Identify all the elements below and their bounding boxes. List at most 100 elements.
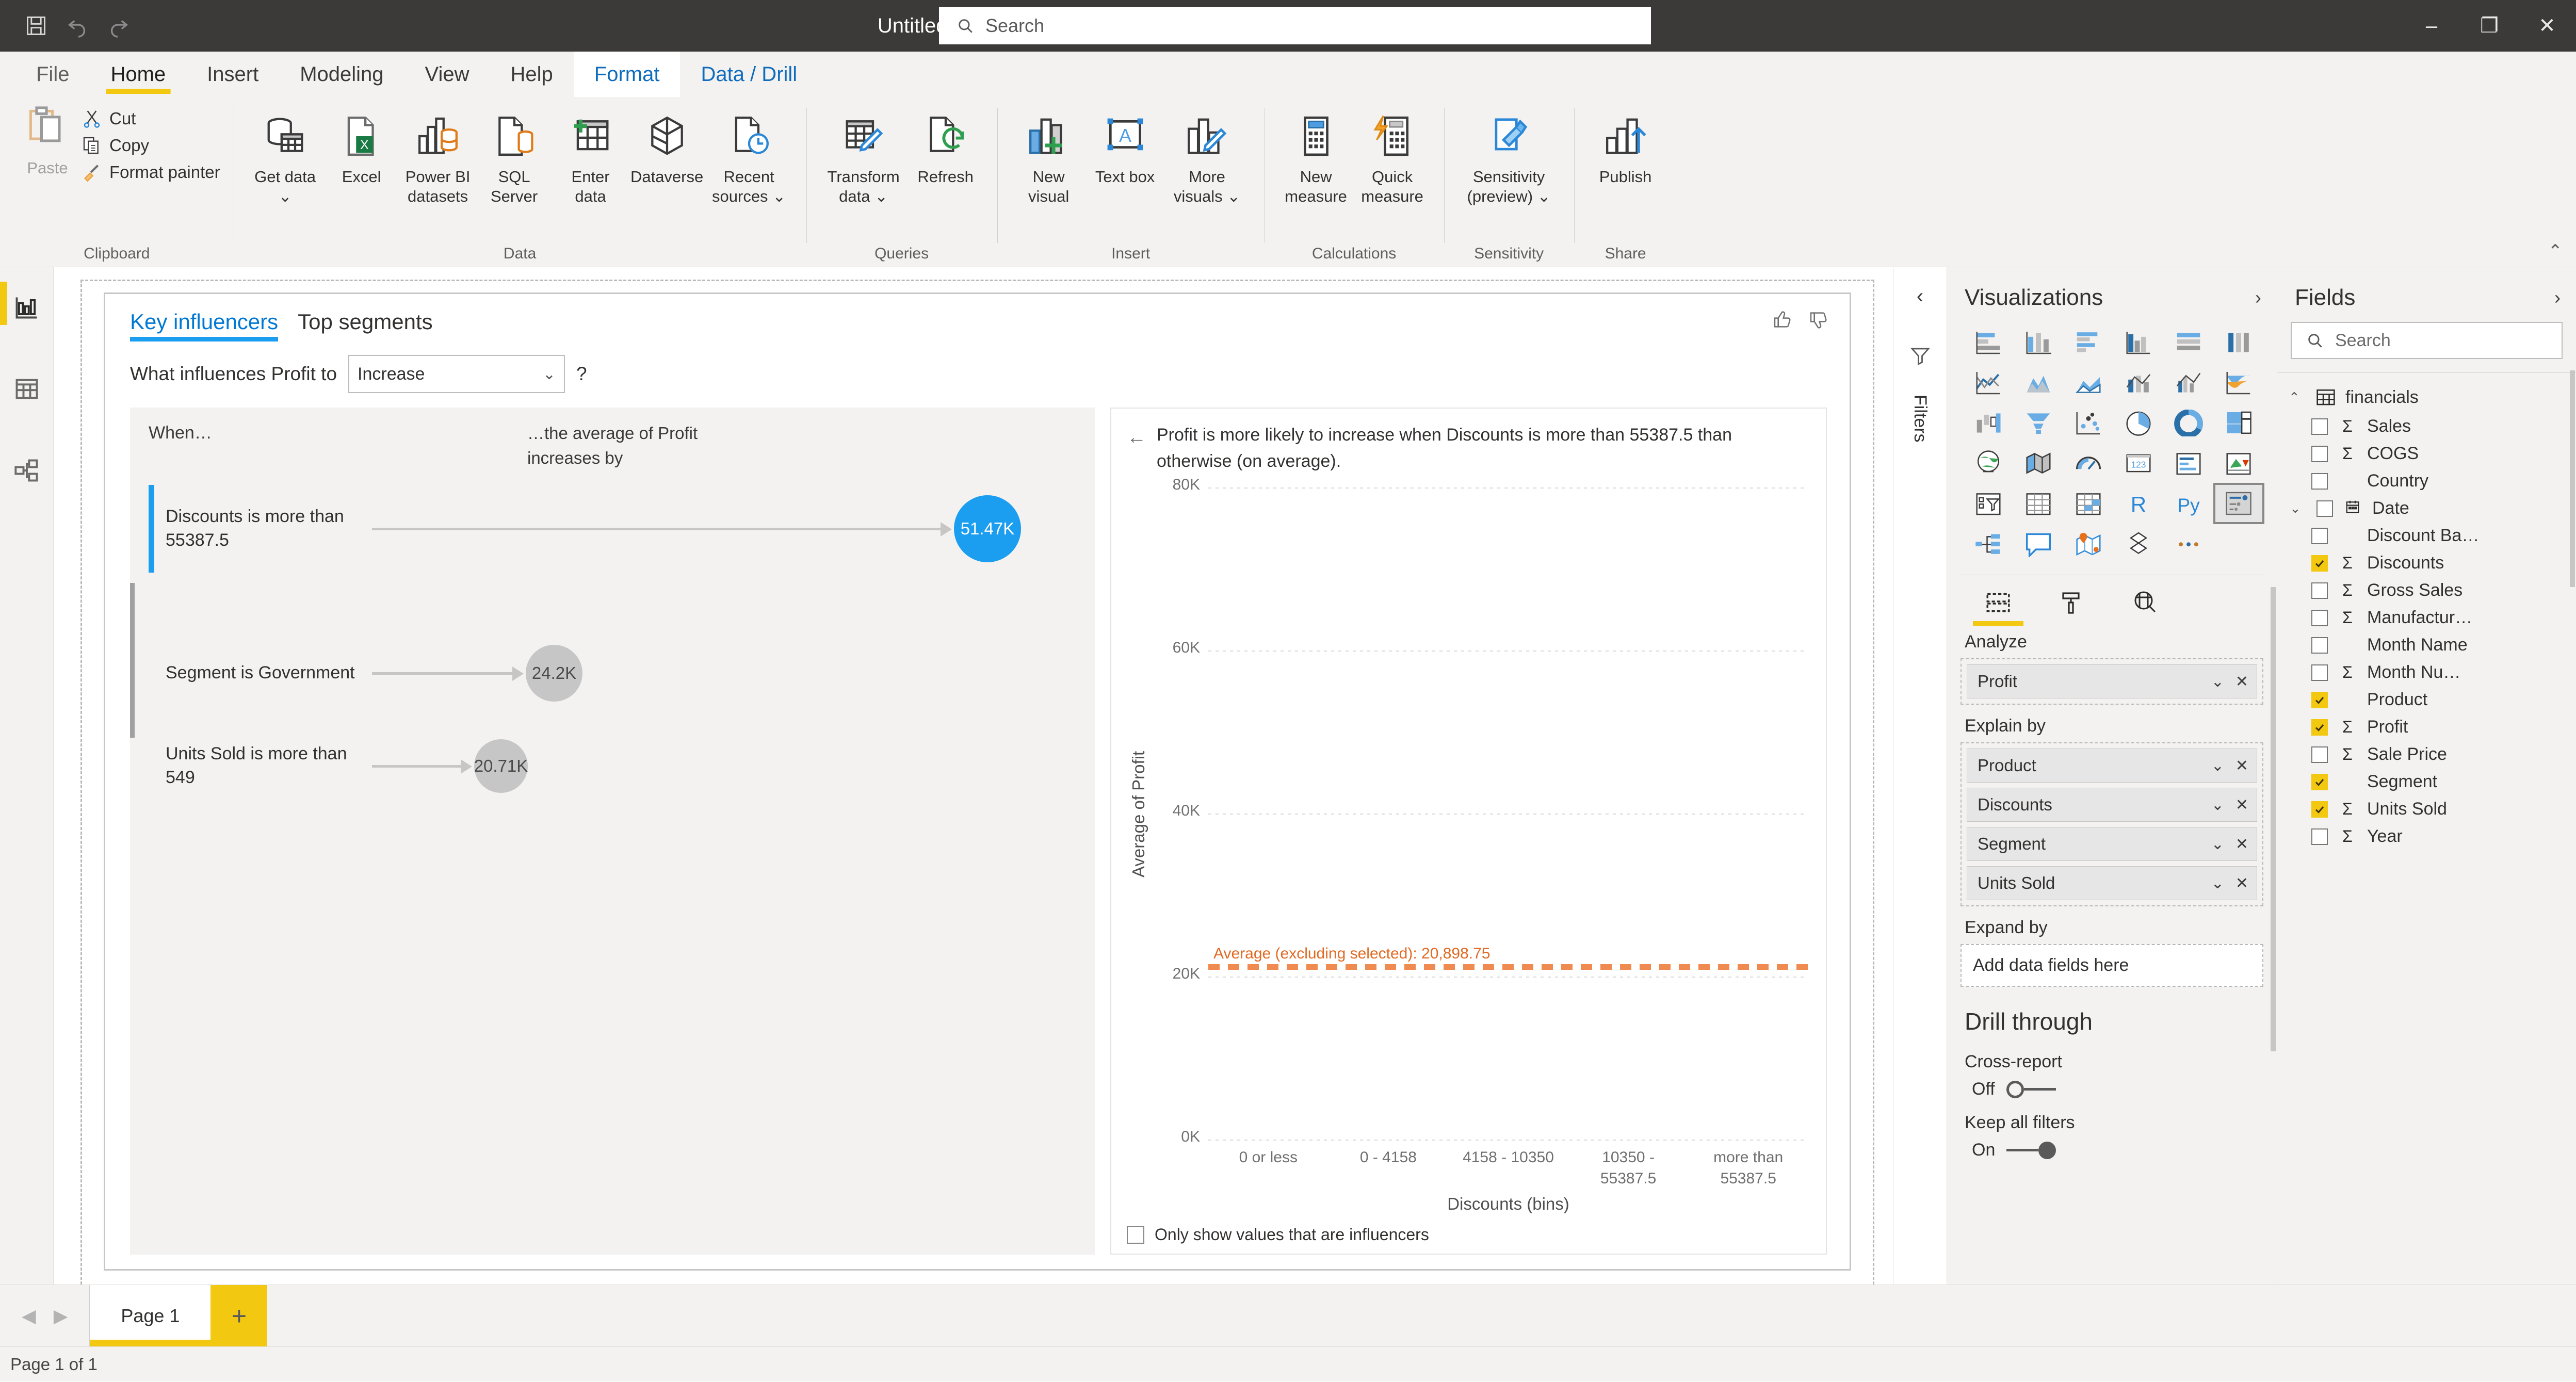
line-stacked-column-chart-icon[interactable]	[2115, 364, 2162, 401]
key-influencers-icon[interactable]	[2213, 483, 2264, 524]
field-row[interactable]: Σ Product	[2277, 686, 2576, 713]
ribbon-tab-insert[interactable]: Insert	[186, 52, 279, 97]
field-row[interactable]: Σ Profit	[2277, 713, 2576, 741]
field-checkbox[interactable]	[2311, 664, 2328, 681]
field-checkbox[interactable]	[2311, 773, 2328, 790]
chevron-down-icon[interactable]: ⌄	[2290, 500, 2307, 516]
keep-all-filters-toggle[interactable]	[2006, 1141, 2056, 1159]
report-canvas[interactable]: Key influencers Top segments What influe…	[80, 280, 1874, 1285]
ribbon-tab-file[interactable]: File	[15, 52, 90, 97]
dataverse-button[interactable]: Dataverse	[629, 104, 705, 190]
100-stacked-bar-chart-icon[interactable]	[2165, 324, 2212, 361]
field-row[interactable]: Σ Year	[2277, 823, 2576, 850]
close-button[interactable]: ✕	[2518, 0, 2576, 52]
line-clustered-column-chart-icon[interactable]	[2165, 364, 2212, 401]
influence-direction-select[interactable]: Increase ⌄	[348, 355, 565, 393]
keep-all-filters-toggle-row[interactable]: On	[1947, 1140, 2277, 1160]
remove-field-icon[interactable]: ✕	[2235, 673, 2248, 691]
new-measure-button[interactable]: New measure	[1278, 104, 1354, 209]
field-row[interactable]: Σ Segment	[2277, 768, 2576, 795]
sql-server-button[interactable]: SQL Server	[476, 104, 553, 209]
thumbs-down-icon[interactable]	[1808, 310, 1829, 330]
field-row[interactable]: ⌄ Date	[2277, 495, 2576, 522]
scatter-chart-icon[interactable]	[2065, 404, 2112, 442]
thumbs-up-icon[interactable]	[1772, 310, 1793, 330]
chevron-right-icon[interactable]: ›	[2255, 287, 2261, 308]
python-visual-icon[interactable]: Py	[2165, 485, 2212, 522]
only-influencers-checkbox-row[interactable]: Only show values that are influencers	[1127, 1223, 1808, 1244]
field-row[interactable]: Σ Country	[2277, 467, 2576, 495]
paginated-report-icon[interactable]	[2115, 525, 2162, 562]
tab-key-influencers[interactable]: Key influencers	[130, 310, 279, 342]
recent-sources-button[interactable]: Recent sources ⌄	[705, 104, 793, 209]
sidebar-item-model-view[interactable]	[0, 449, 54, 492]
pie-chart-icon[interactable]	[2115, 404, 2162, 442]
restore-button[interactable]: ❐	[2460, 0, 2518, 52]
fields-table-row[interactable]: ⌃ financials	[2277, 382, 2576, 413]
table-icon[interactable]	[2015, 485, 2062, 522]
page-tab-page-1[interactable]: Page 1	[90, 1285, 211, 1346]
influencer-row-2[interactable]: Segment is Government 24.2K	[130, 629, 1095, 717]
field-row[interactable]: Σ Discounts	[2277, 549, 2576, 577]
field-chip[interactable]: Units Sold ⌄ ✕	[1967, 866, 2257, 900]
back-arrow-icon[interactable]: ←	[1127, 422, 1146, 475]
ribbon-tab-data-drill[interactable]: Data / Drill	[680, 52, 818, 97]
field-row[interactable]: Σ Units Sold	[2277, 795, 2576, 823]
100-stacked-column-chart-icon[interactable]	[2215, 324, 2262, 361]
field-checkbox[interactable]	[2311, 527, 2328, 544]
fields-pane-scrollbar[interactable]	[2570, 370, 2575, 587]
ribbon-tab-modeling[interactable]: Modeling	[279, 52, 404, 97]
field-checkbox[interactable]	[2311, 828, 2328, 845]
influencer-bubble[interactable]: 24.2K	[526, 645, 582, 702]
ribbon-tab-home[interactable]: Home	[90, 52, 186, 97]
copy-button[interactable]: Copy	[82, 135, 220, 156]
field-checkbox[interactable]	[2311, 582, 2328, 599]
key-influencers-visual[interactable]: Key influencers Top segments What influe…	[104, 292, 1851, 1271]
fields-search-input[interactable]: Search	[2291, 322, 2563, 359]
influencer-bubble[interactable]: 51.47K	[954, 495, 1021, 562]
format-tab[interactable]	[2049, 584, 2094, 621]
format-painter-button[interactable]: Format painter	[82, 162, 220, 183]
gauge-icon[interactable]	[2065, 445, 2112, 482]
field-checkbox[interactable]	[2311, 746, 2328, 763]
kpi-icon[interactable]	[2215, 445, 2262, 482]
redo-icon[interactable]	[105, 12, 132, 39]
area-chart-icon[interactable]	[2015, 364, 2062, 401]
collapse-ribbon-button[interactable]: ⌃	[2548, 241, 2563, 262]
publish-button[interactable]: Publish	[1587, 104, 1664, 190]
field-chip[interactable]: Product ⌄ ✕	[1967, 749, 2257, 783]
influencer-bubble[interactable]: 20.71K	[474, 739, 528, 793]
field-row[interactable]: Σ Month Nu…	[2277, 659, 2576, 686]
matrix-icon[interactable]	[2065, 485, 2112, 522]
field-checkbox[interactable]	[2311, 719, 2328, 736]
fields-tab[interactable]	[1973, 584, 2023, 626]
remove-field-icon[interactable]: ✕	[2235, 874, 2248, 892]
excel-button[interactable]: X Excel	[323, 104, 400, 190]
influencer-row-1[interactable]: Discounts is more than 55387.5 51.47K	[130, 485, 1095, 573]
field-chip[interactable]: Discounts ⌄ ✕	[1967, 788, 2257, 822]
waterfall-chart-icon[interactable]	[1965, 404, 2012, 442]
field-row[interactable]: Σ Discount Ba…	[2277, 522, 2576, 549]
field-row[interactable]: Σ Sale Price	[2277, 741, 2576, 768]
chevron-down-icon[interactable]: ⌄	[2211, 757, 2224, 775]
funnel-chart-icon[interactable]	[2015, 404, 2062, 442]
field-row[interactable]: Σ Sales	[2277, 413, 2576, 440]
field-checkbox[interactable]	[2311, 418, 2328, 435]
chevron-right-icon[interactable]: ›	[2554, 287, 2561, 308]
field-row[interactable]: Σ Month Name	[2277, 631, 2576, 659]
ribbon-tab-view[interactable]: View	[404, 52, 490, 97]
influencer-row-3[interactable]: Units Sold is more than 549 20.71K	[130, 722, 1095, 810]
field-checkbox[interactable]	[2316, 500, 2333, 517]
map-icon[interactable]	[1965, 445, 2012, 482]
add-page-button[interactable]: +	[210, 1285, 268, 1346]
paste-button[interactable]: Paste	[13, 104, 82, 177]
refresh-button[interactable]: Refresh	[908, 104, 984, 190]
card-icon[interactable]: 123	[2115, 445, 2162, 482]
get-data-button[interactable]: Get data ⌄	[247, 104, 323, 209]
cross-report-toggle-row[interactable]: Off	[1947, 1079, 2277, 1099]
transform-data-button[interactable]: Transform data ⌄	[820, 104, 908, 209]
arcgis-map-icon[interactable]	[2065, 525, 2112, 562]
stacked-column-chart-icon[interactable]	[2015, 324, 2062, 361]
tab-top-segments[interactable]: Top segments	[298, 310, 432, 342]
power-bi-datasets-button[interactable]: Power BI datasets	[400, 104, 476, 209]
